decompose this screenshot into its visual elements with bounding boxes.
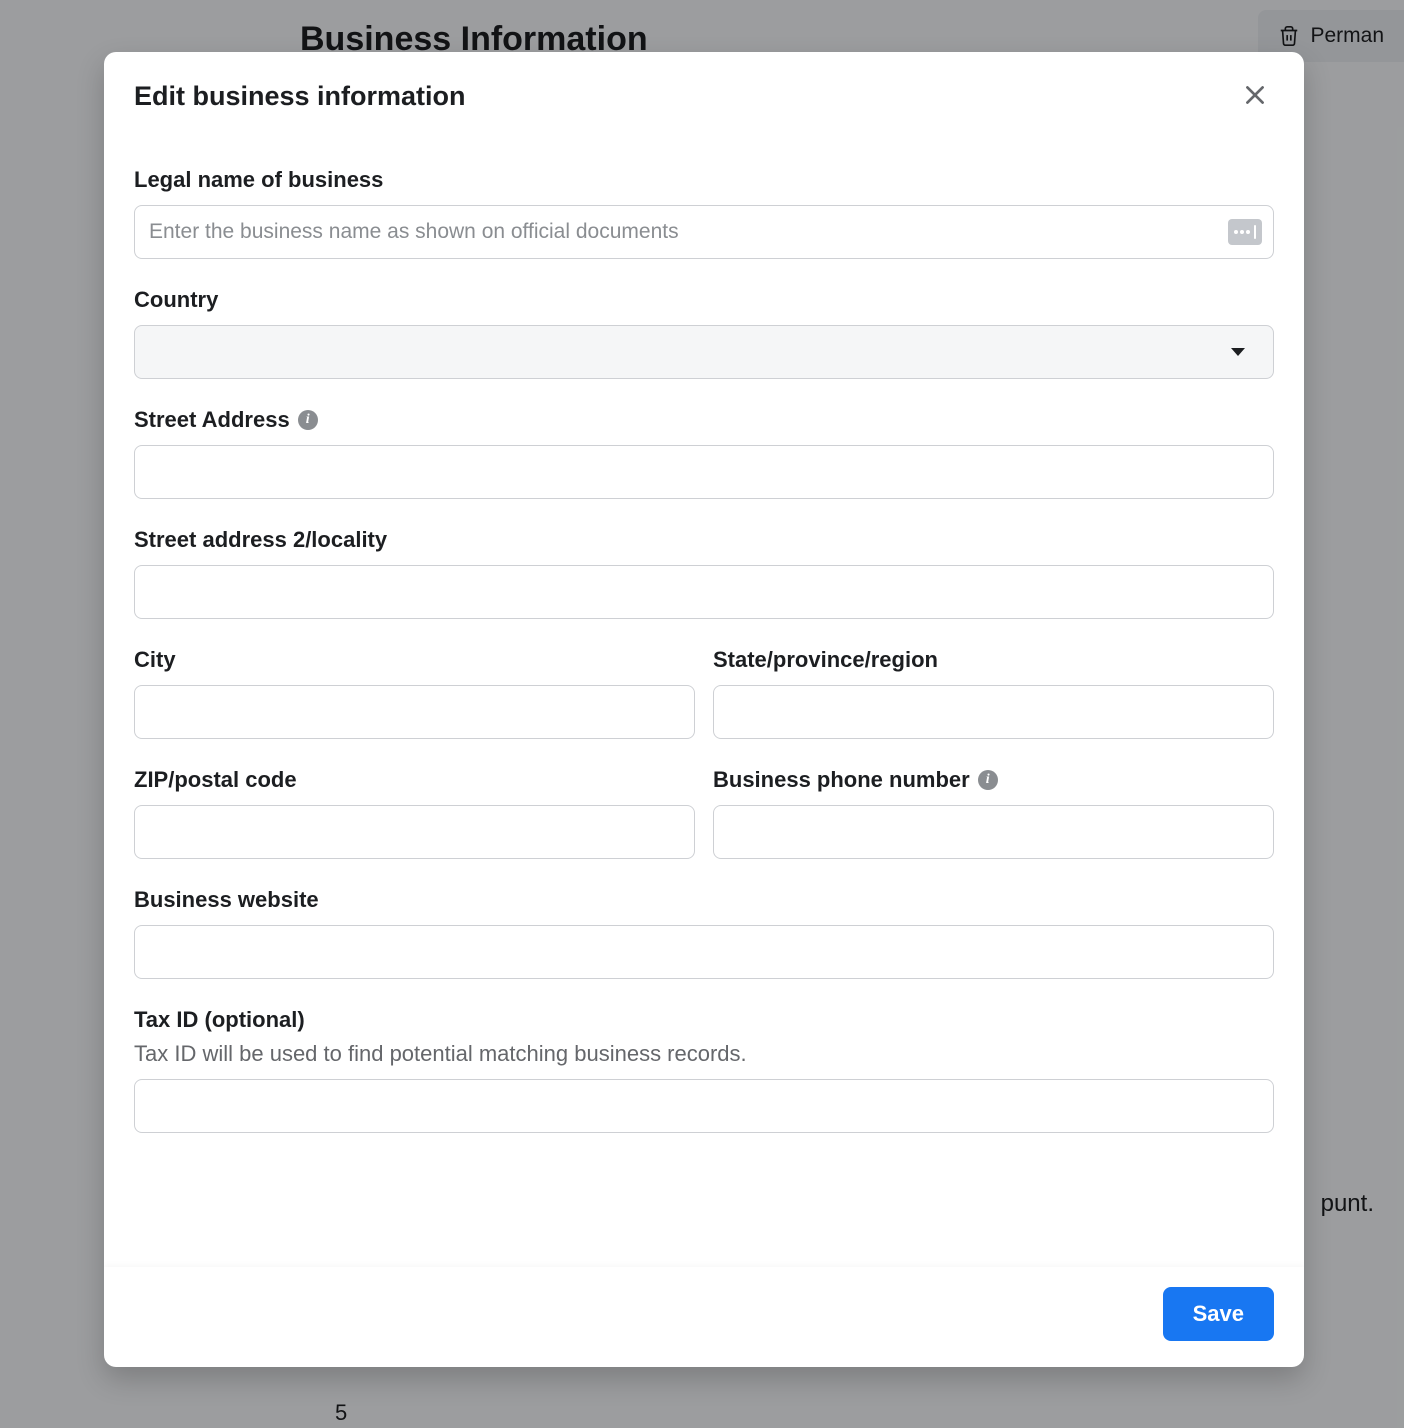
save-button[interactable]: Save [1163,1287,1274,1341]
zip-label: ZIP/postal code [134,767,695,793]
legal-name-field: Legal name of business [134,167,1274,259]
edit-business-modal: Edit business information Legal name of … [104,52,1304,1367]
street-field: Street Address i [134,407,1274,499]
street-input[interactable] [134,445,1274,499]
zip-field: ZIP/postal code [134,767,695,859]
legal-name-label: Legal name of business [134,167,1274,193]
tax-id-label: Tax ID (optional) [134,1007,1274,1033]
zip-input[interactable] [134,805,695,859]
tax-id-field: Tax ID (optional) Tax ID will be used to… [134,1007,1274,1133]
modal-header: Edit business information [104,52,1304,127]
modal-title: Edit business information [134,81,466,112]
legal-name-input[interactable] [134,205,1274,259]
street-label-text: Street Address [134,407,290,433]
phone-field: Business phone number i [713,767,1274,859]
street2-field: Street address 2/locality [134,527,1274,619]
chevron-down-icon [1231,348,1245,356]
modal-footer: Save [104,1267,1304,1367]
city-input[interactable] [134,685,695,739]
state-field: State/province/region [713,647,1274,739]
phone-label: Business phone number i [713,767,1274,793]
close-button[interactable] [1236,76,1274,117]
country-label: Country [134,287,1274,313]
state-input[interactable] [713,685,1274,739]
info-icon[interactable]: i [978,770,998,790]
country-select[interactable] [134,325,1274,379]
password-manager-icon[interactable] [1228,219,1262,245]
tax-id-input[interactable] [134,1079,1274,1133]
street-label: Street Address i [134,407,1274,433]
website-field: Business website [134,887,1274,979]
website-input[interactable] [134,925,1274,979]
website-label: Business website [134,887,1274,913]
phone-input[interactable] [713,805,1274,859]
street2-input[interactable] [134,565,1274,619]
city-field: City [134,647,695,739]
tax-id-help: Tax ID will be used to find potential ma… [134,1041,1274,1067]
info-icon[interactable]: i [298,410,318,430]
state-label: State/province/region [713,647,1274,673]
close-icon [1242,82,1268,111]
city-label: City [134,647,695,673]
modal-body: Legal name of business Country Street Ad… [104,127,1304,1267]
street2-label: Street address 2/locality [134,527,1274,553]
country-field: Country [134,287,1274,379]
phone-label-text: Business phone number [713,767,970,793]
